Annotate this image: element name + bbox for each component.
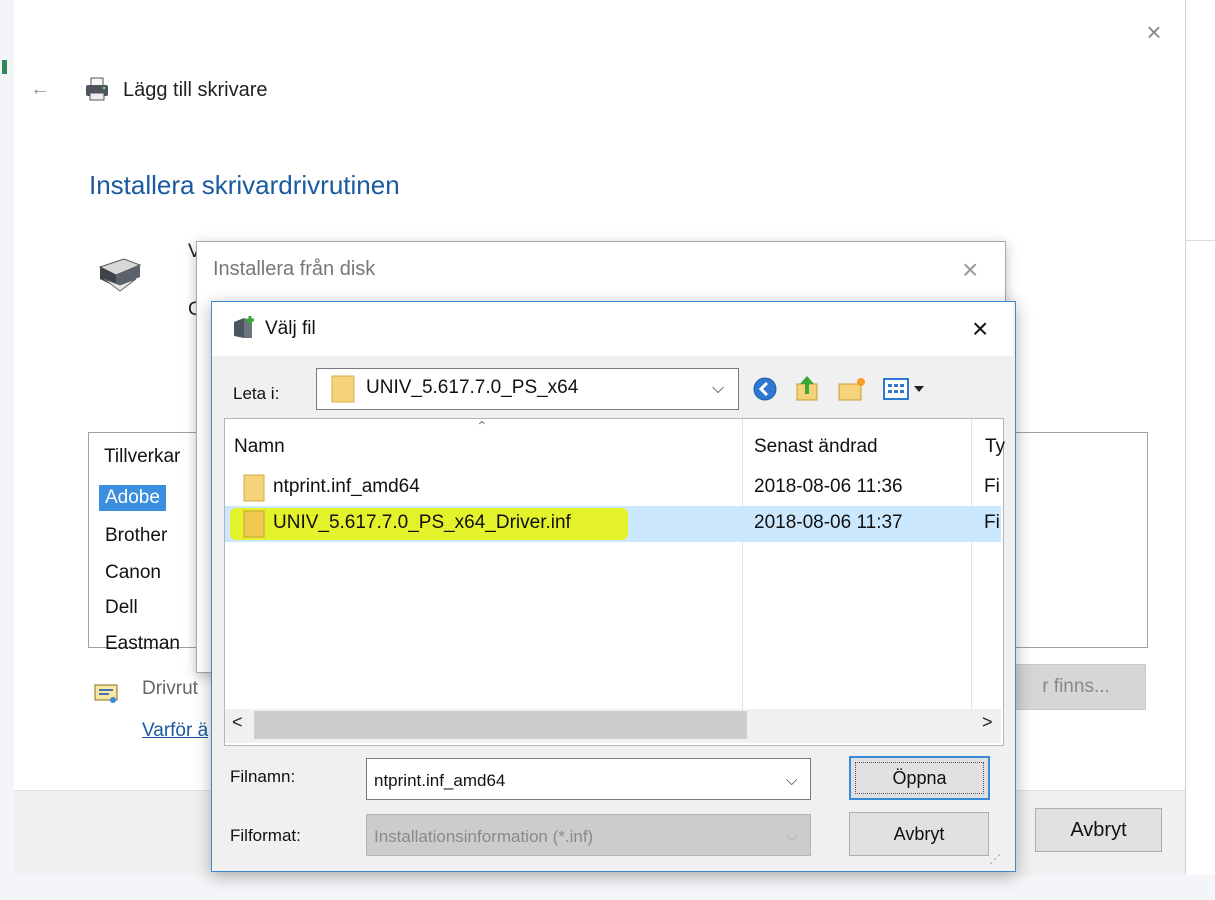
look-in-label: Leta i: (233, 384, 280, 403)
background-window (1186, 0, 1215, 875)
cancel-button[interactable]: Avbryt (849, 812, 989, 856)
manufacturer-item-canon[interactable]: Canon (99, 560, 167, 586)
filetype-value: Installationsinformation (*.inf) (374, 827, 594, 846)
why-important-link[interactable]: Varför ä (142, 720, 208, 742)
column-header-date[interactable]: Senast ändrad (754, 436, 878, 458)
column-divider[interactable] (971, 419, 972, 709)
filetype-label: Filformat: (230, 826, 301, 845)
manufacturer-item-eastman[interactable]: Eastman (99, 631, 186, 649)
resize-grip-icon[interactable]: ⋰ (989, 852, 1001, 866)
file-row-selected[interactable]: UNIV_5.617.7.0_PS_x64_Driver.inf 2018-08… (225, 506, 1001, 542)
file-name: ntprint.inf_amd64 (273, 476, 420, 497)
folder-icon (243, 474, 265, 502)
wizard-cancel-button[interactable]: Avbryt (1035, 808, 1162, 852)
file-date: 2018-08-06 11:36 (754, 476, 903, 497)
filename-label: Filnamn: (230, 767, 296, 786)
chevron-down-icon: ⌵ (786, 828, 798, 845)
up-folder-icon[interactable] (794, 374, 820, 402)
folder-icon (243, 510, 265, 538)
nav-back-icon[interactable] (752, 376, 778, 402)
file-row[interactable]: ntprint.inf_amd64 2018-08-06 11:36 Fi (225, 470, 1001, 506)
desktop-edge (0, 0, 14, 900)
printer-large-icon (98, 258, 142, 292)
certificate-icon (94, 684, 118, 703)
open-file-icon (234, 316, 254, 338)
windows-update-button[interactable]: r finns... (1006, 664, 1146, 710)
choose-file-title: Välj fil (265, 318, 316, 339)
column-header-name[interactable]: Namn (234, 436, 285, 458)
wizard-close-icon[interactable]: × (1142, 19, 1166, 45)
back-arrow-icon[interactable]: ← (30, 78, 50, 101)
column-header-type[interactable]: Ty (985, 436, 1005, 458)
scroll-left-icon[interactable]: < (232, 712, 243, 733)
column-divider[interactable] (742, 419, 743, 709)
manufacturer-column-header: Tillverkar (104, 446, 181, 467)
look-in-value: UNIV_5.617.7.0_PS_x64 (366, 377, 579, 398)
driver-signed-text: Drivrut (142, 678, 198, 699)
wizard-title: Lägg till skrivare (123, 79, 268, 101)
chevron-down-icon[interactable]: ⌵ (786, 772, 797, 789)
view-menu-icon[interactable] (882, 376, 930, 402)
disk-dialog-close-icon[interactable]: × (962, 254, 978, 286)
manufacturer-item-dell[interactable]: Dell (99, 595, 144, 621)
filename-value[interactable]: ntprint.inf_amd64 (374, 771, 505, 791)
printer-icon (86, 77, 108, 101)
file-type: Fi (984, 476, 1000, 497)
file-type: Fi (984, 512, 1000, 533)
taskbar-area (0, 875, 1215, 900)
file-name: UNIV_5.617.7.0_PS_x64_Driver.inf (273, 512, 571, 533)
sort-ascending-icon: ⌃ (476, 418, 488, 434)
chevron-down-icon[interactable]: ⌵ (712, 380, 724, 398)
install-from-disk-title: Installera från disk (213, 258, 376, 280)
file-list[interactable] (224, 418, 1004, 746)
manufacturer-item-adobe[interactable]: Adobe (99, 485, 166, 511)
file-dialog-close-icon[interactable]: × (972, 313, 988, 345)
scroll-right-icon[interactable]: > (982, 712, 993, 733)
folder-icon (331, 375, 355, 403)
choose-file-titlebar (212, 302, 1013, 356)
open-button[interactable]: Öppna (849, 756, 990, 800)
file-date: 2018-08-06 11:37 (754, 512, 903, 533)
scrollbar-thumb[interactable] (254, 711, 747, 739)
manufacturer-item-brother[interactable]: Brother (99, 523, 173, 549)
wizard-heading: Installera skrivardrivrutinen (89, 170, 400, 200)
new-folder-icon[interactable] (837, 376, 867, 402)
